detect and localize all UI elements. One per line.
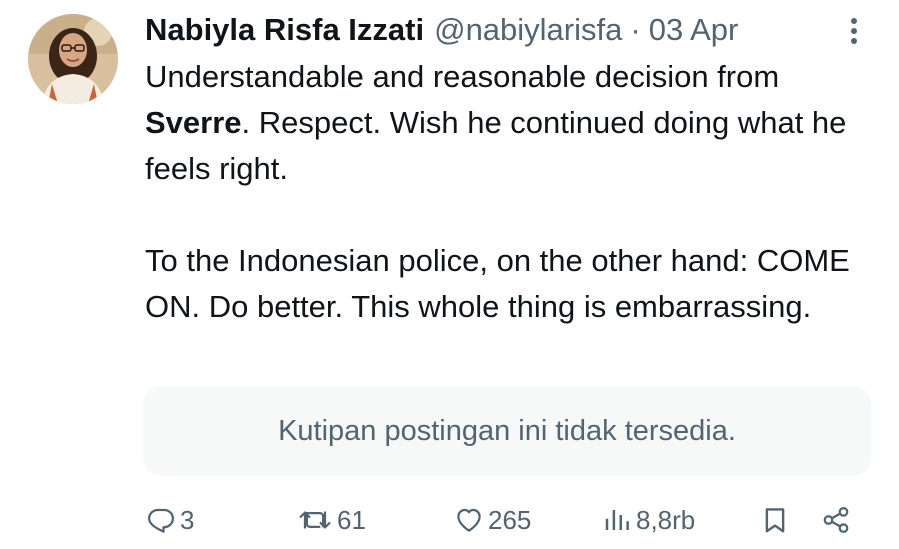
repost-count: 61 [337,504,366,535]
tweet-date[interactable]: 03 Apr [649,10,739,50]
like-button[interactable]: 265 [454,498,531,542]
bookmark-icon [765,508,785,533]
more-options-button[interactable] [842,14,866,48]
tweet-paragraph-1: Understandable and reasonable decision f… [145,54,875,192]
author-display-name[interactable]: Nabiyla Risfa Izzati [145,10,424,50]
share-icon [823,507,849,533]
paragraph-1-end: . Respect. Wish he continued doing what … [145,105,847,186]
views-icon [605,510,629,530]
repost-icon [299,511,331,529]
heart-icon [457,508,481,532]
share-button[interactable] [820,498,852,542]
quote-unavailable-text: Kutipan postingan ini tidak tersedia. [278,414,736,447]
reply-icon [148,508,174,533]
tweet-header: Nabiyla Risfa Izzati @nabiylarisfa · 03 … [145,10,839,50]
reply-count: 3 [180,504,195,535]
paragraph-1-start: Understandable and reasonable decision f… [145,59,780,94]
reply-button[interactable]: 3 [146,498,194,542]
repost-button[interactable]: 61 [297,498,366,542]
avatar[interactable] [28,14,118,104]
bookmark-button[interactable] [760,498,790,542]
tweet-actions-bar: 3 61 265 8,8rb [0,498,899,542]
views-button[interactable]: 8,8rb [602,498,695,542]
like-count: 265 [488,504,532,535]
profile-photo-image [28,14,118,104]
mention-sverre: Sverre [145,105,242,140]
author-handle[interactable]: @nabiylarisfa [434,10,622,50]
more-vertical-icon [851,18,857,44]
tweet: Nabiyla Risfa Izzati @nabiylarisfa · 03 … [0,0,899,549]
quote-unavailable-box: Kutipan postingan ini tidak tersedia. [143,386,871,476]
tweet-text: Understandable and reasonable decision f… [145,54,875,330]
tweet-paragraph-2: To the Indonesian police, on the other h… [145,243,850,324]
header-separator: · [630,12,641,47]
views-count: 8,8rb [636,504,696,535]
